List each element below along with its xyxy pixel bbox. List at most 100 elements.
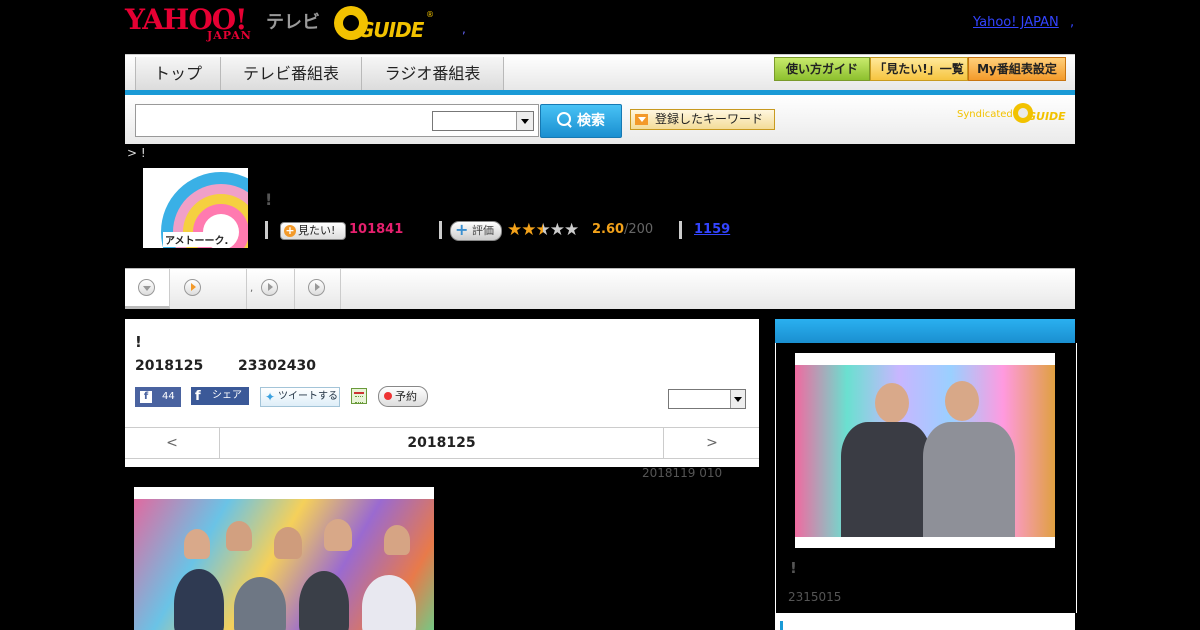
facebook-like-icon: f xyxy=(140,391,152,403)
episode-pager: < 2018125 > xyxy=(125,427,759,459)
content-tabs: , xyxy=(125,268,1075,309)
star-empty-icon: ★ xyxy=(549,220,565,240)
chevron-down-icon xyxy=(138,279,155,296)
nav-tab-top[interactable]: トップ xyxy=(135,57,220,90)
rating-denominator: /200 xyxy=(624,222,654,237)
header-link-separator: , xyxy=(1070,15,1075,30)
cast-member-body xyxy=(234,577,286,630)
breadcrumb[interactable]: > ! xyxy=(127,146,146,160)
want-to-watch-list-button[interactable]: 「見たい!」一覧 xyxy=(870,57,968,81)
rate-button[interactable]: + 評価 xyxy=(450,221,502,241)
syndicated-gguide-logo: GUIDE xyxy=(1013,103,1067,125)
section-marker xyxy=(780,621,783,630)
want-to-watch-label: 見たい! xyxy=(298,224,336,237)
next-episode-button[interactable]: > xyxy=(663,428,760,458)
host-photo xyxy=(795,353,1055,548)
cast-member-body xyxy=(299,571,349,630)
yahoo-japan-logo[interactable]: YAHOO! JAPAN xyxy=(125,6,263,42)
sidebar-header xyxy=(775,319,1075,343)
sidebar-next-section xyxy=(775,613,1075,630)
want-to-watch-button[interactable]: + 見たい! xyxy=(280,222,346,240)
episode-date: 2018125 xyxy=(135,358,204,374)
tab-episodes[interactable] xyxy=(125,269,170,309)
search-category-select[interactable] xyxy=(432,111,534,131)
yahoo-japan-link[interactable]: Yahoo! JAPAN xyxy=(973,15,1059,30)
reserve-button[interactable]: 予約 xyxy=(378,386,428,407)
want-to-watch-count: 101841 xyxy=(349,222,404,237)
japan-logo-text: JAPAN xyxy=(207,29,252,42)
usage-guide-button[interactable]: 使い方ガイド xyxy=(774,57,870,81)
search-button-label: 検索 xyxy=(577,113,605,129)
episode-photo xyxy=(134,487,434,630)
main-nav: トップ テレビ番組表 ラジオ番組表 使い方ガイド 「見たい!」一覧 My番組表設… xyxy=(125,54,1075,92)
cast-member xyxy=(384,525,410,555)
dropdown-icon xyxy=(635,114,648,125)
chevron-down-icon xyxy=(516,112,533,130)
cast-member xyxy=(226,521,252,551)
play-icon xyxy=(308,279,325,296)
host-suit xyxy=(923,422,1015,537)
episode-select[interactable] xyxy=(668,389,746,409)
star-half-icon: ★ xyxy=(535,220,551,240)
play-icon xyxy=(261,279,278,296)
comments-count-link[interactable]: 1159 xyxy=(694,222,730,237)
play-icon xyxy=(184,279,201,296)
syndicated-logo-text: GUIDE xyxy=(1027,110,1066,123)
chevron-down-icon xyxy=(730,390,745,408)
registered-keywords-button[interactable]: 登録したキーワード xyxy=(630,109,775,130)
star-full-icon: ★ xyxy=(521,220,536,240)
nav-tab-tv-listings[interactable]: テレビ番組表 xyxy=(220,57,361,90)
stat-divider xyxy=(439,221,442,239)
plus-icon: + xyxy=(455,220,469,239)
facebook-like-button[interactable]: f 44 xyxy=(135,387,181,407)
episode-time: 23302430 xyxy=(238,358,316,374)
tweet-label: ツイートする xyxy=(278,391,338,402)
search-button[interactable]: 検索 xyxy=(540,104,622,138)
host-photo-image xyxy=(795,365,1055,537)
calendar-add-icon[interactable] xyxy=(351,388,367,404)
stat-divider xyxy=(679,221,682,239)
episode-panel: ! 2018125 23302430 f 44 f シェア ✦ ツイートする 予… xyxy=(125,319,759,467)
rate-label: 評価 xyxy=(472,224,494,237)
program-logo: アメトーーク. xyxy=(143,168,248,248)
syndicated-label: Syndicated xyxy=(957,109,1013,120)
cast-member xyxy=(184,529,210,559)
star-full-icon: ★ xyxy=(507,220,522,240)
record-icon xyxy=(384,392,392,400)
plus-icon: + xyxy=(284,224,296,237)
episode-photo-image xyxy=(134,499,434,630)
star-rating: ★★★★★ xyxy=(507,220,579,240)
gguide-logo-text: GUIDE xyxy=(358,18,424,42)
program-logo-label: アメトーーク. xyxy=(163,232,231,247)
twitter-bird-icon: ✦ xyxy=(265,390,276,404)
tab-third[interactable] xyxy=(247,269,295,309)
tweet-button[interactable]: ✦ ツイートする xyxy=(260,387,340,407)
nav-tab-radio-listings[interactable]: ラジオ番組表 xyxy=(361,57,504,90)
gguide-logo[interactable]: GUIDE ® xyxy=(334,6,434,42)
sidebar-title: ! xyxy=(790,559,797,577)
facebook-icon: f xyxy=(195,389,201,404)
facebook-like-count: 44 xyxy=(162,391,175,402)
cast-member xyxy=(324,519,352,551)
host-suit xyxy=(841,422,931,537)
pager-current-date: 2018125 xyxy=(407,435,476,451)
previous-episode-button[interactable]: < xyxy=(125,428,220,458)
host-head xyxy=(945,381,979,421)
search-icon xyxy=(557,112,571,126)
tv-logo-text: テレビ xyxy=(266,12,320,33)
sidebar-count: 2315015 xyxy=(788,590,842,604)
cast-member xyxy=(274,527,302,559)
my-listings-settings-button[interactable]: My番組表設定 xyxy=(968,57,1066,81)
tab-info[interactable]: , xyxy=(170,269,253,309)
facebook-share-button[interactable]: f シェア xyxy=(191,387,249,405)
header-separator: , xyxy=(462,22,466,36)
registered-keywords-label: 登録したキーワード xyxy=(655,112,764,126)
episode-title: ! xyxy=(135,333,142,351)
stat-divider xyxy=(265,221,268,239)
cast-member-body xyxy=(174,569,224,630)
program-title: ! xyxy=(265,190,273,209)
search-area: 検索 登録したキーワード Syndicated GUIDE xyxy=(125,95,1075,144)
rating-value: 2.60 xyxy=(592,222,625,237)
tab-fourth[interactable] xyxy=(295,269,341,309)
host-head xyxy=(875,383,909,423)
